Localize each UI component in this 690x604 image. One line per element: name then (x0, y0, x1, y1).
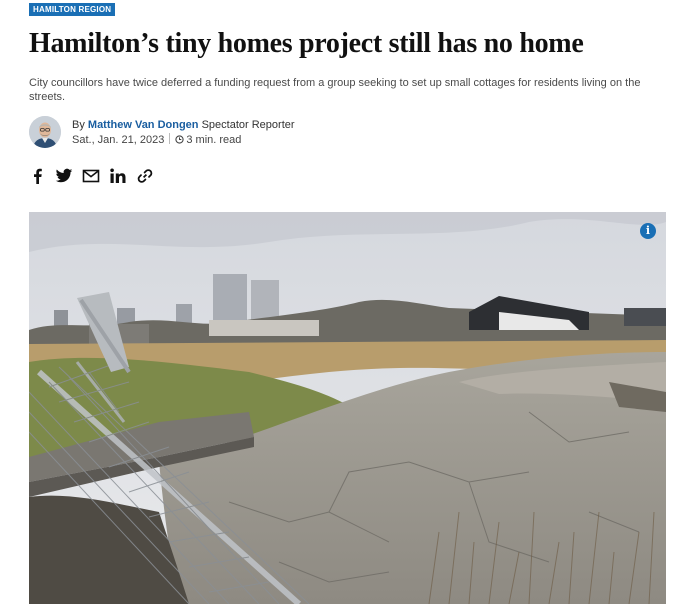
author-role: Spectator Reporter (201, 119, 295, 131)
linkedin-icon[interactable] (109, 167, 127, 185)
clock-icon (175, 134, 184, 148)
byline-meta-line: Sat., Jan. 21, 2023 3 min. read (72, 133, 241, 148)
author-link[interactable]: Matthew Van Dongen (88, 119, 199, 131)
publish-date: Sat., Jan. 21, 2023 (72, 134, 165, 146)
article-headline: Hamilton’s tiny homes project still has … (29, 28, 584, 59)
author-avatar[interactable] (29, 116, 61, 148)
twitter-icon[interactable] (55, 167, 73, 185)
photo-info-button[interactable]: i (640, 223, 656, 239)
section-tag[interactable]: HAMILTON REGION (29, 3, 116, 16)
facebook-icon[interactable] (29, 167, 47, 185)
link-icon[interactable] (136, 167, 154, 185)
email-icon[interactable] (82, 167, 100, 185)
byline: By Matthew Van Dongen Spectator Reporter… (29, 116, 429, 150)
share-bar (29, 167, 169, 187)
byline-author-line: By Matthew Van Dongen Spectator Reporter (72, 118, 295, 132)
by-prefix: By (72, 119, 85, 131)
meta-divider (169, 133, 171, 144)
article-deck: City councillors have twice deferred a f… (29, 77, 641, 103)
article-photo: i (29, 212, 666, 604)
read-time: 3 min. read (186, 134, 242, 146)
